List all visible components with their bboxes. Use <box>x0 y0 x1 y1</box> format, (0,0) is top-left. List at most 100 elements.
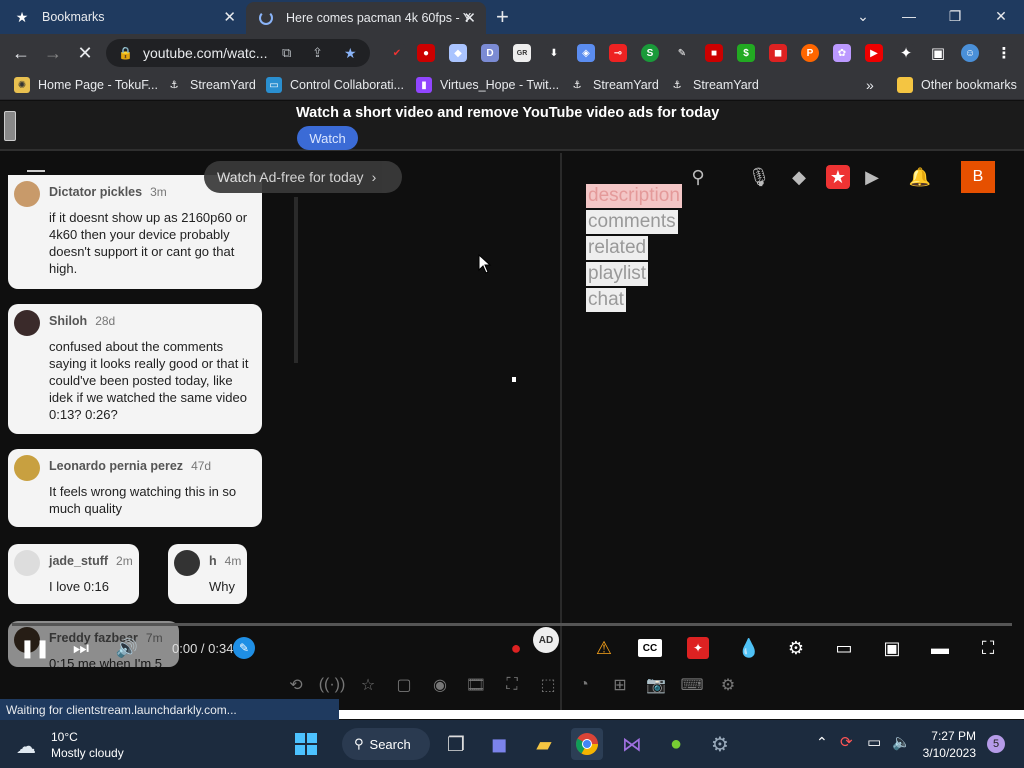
hamburger-menu-icon[interactable] <box>27 170 45 172</box>
open-in-app-icon[interactable]: ⧉ <box>282 45 291 61</box>
bookmark-item[interactable]: ✺ Home Page - TokuF... <box>14 77 158 93</box>
close-window-button[interactable]: ✕ <box>978 0 1024 32</box>
loop-icon[interactable]: ⟲ <box>284 673 308 697</box>
other-bookmarks[interactable]: Other bookmarks <box>897 77 1017 93</box>
minimize-button[interactable]: — <box>886 0 932 32</box>
back-arrow-icon[interactable]: ← <box>8 40 34 66</box>
settings-gear-icon[interactable]: ⚙ <box>704 728 736 760</box>
extension-icon[interactable]: P <box>801 44 819 62</box>
related-link[interactable]: related <box>586 236 649 260</box>
video-progress-bar[interactable] <box>12 623 1012 626</box>
theater-mode-icon[interactable]: ▣ <box>879 635 905 661</box>
chat-bubble-icon[interactable]: ● <box>503 635 529 661</box>
alert-icon[interactable]: ⚠ <box>591 635 617 661</box>
extension-icon[interactable]: D <box>481 44 499 62</box>
tab-bookmarks[interactable]: ★ Bookmarks ✕ <box>0 0 246 34</box>
fullscreen-icon[interactable]: ⛶ <box>975 635 1001 661</box>
broadcast-icon[interactable]: ((·)) <box>319 673 346 697</box>
extension-icon[interactable]: ◈ <box>577 44 595 62</box>
more-bookmarks-chevron-icon[interactable]: » <box>866 77 874 93</box>
tab-youtube[interactable]: Here comes pacman 4k 60fps - Y ✕ <box>246 2 486 34</box>
search-icon[interactable]: ⚲ <box>686 165 710 189</box>
extension-icon[interactable]: ● <box>417 44 435 62</box>
extension-icon[interactable]: ✔ <box>388 44 406 62</box>
close-tab-icon[interactable]: ✕ <box>463 9 476 27</box>
watch-ad-free-button[interactable]: Watch Ad-free for today › <box>204 161 402 193</box>
windows-start-icon[interactable] <box>290 728 322 760</box>
extension-icon[interactable]: GR <box>513 44 531 62</box>
close-tab-icon[interactable]: ✕ <box>223 8 236 26</box>
network-icon[interactable]: ▭ <box>867 733 881 751</box>
bookmark-item[interactable]: ⚓ StreamYard <box>569 77 659 93</box>
clock-time[interactable]: 7:27 PM <box>916 729 976 743</box>
frame-icon[interactable]: ⬚ <box>536 673 560 697</box>
drag-handle[interactable] <box>4 111 16 141</box>
extension-icon[interactable]: ■ <box>705 44 723 62</box>
captions-icon[interactable]: CC <box>638 639 662 657</box>
clock-date[interactable]: 3/10/2023 <box>906 746 976 760</box>
pause-icon[interactable]: ❚❚ <box>20 635 50 661</box>
extension-icon[interactable]: S <box>641 44 659 62</box>
camera-icon[interactable]: 📷 <box>644 673 668 697</box>
microphone-icon[interactable]: 🎙 <box>747 165 771 189</box>
bookmark-item[interactable]: ▭ Control Collaborati... <box>266 77 404 93</box>
task-view-icon[interactable]: ❐ <box>440 728 472 760</box>
volume-icon[interactable]: 🔊 <box>114 635 140 661</box>
extension-icon[interactable]: $ <box>737 44 755 62</box>
share-icon[interactable]: ⇪ <box>312 45 323 61</box>
extension-icon[interactable]: ✎ <box>673 44 691 62</box>
bookmark-item[interactable]: ▮ Virtues_Hope - Twit... <box>416 77 559 93</box>
next-icon[interactable]: ⏭ <box>68 635 94 661</box>
drop-icon[interactable]: 💧 <box>736 635 762 661</box>
pin-icon[interactable]: ✦ <box>687 637 709 659</box>
description-link[interactable]: description <box>586 184 682 208</box>
eye-icon[interactable]: ◉ <box>428 673 452 697</box>
crop-icon[interactable]: ⛶ <box>500 673 524 697</box>
puzzle-icon[interactable]: ✦ <box>897 44 915 62</box>
tab-search-icon[interactable]: ⌄ <box>840 0 886 32</box>
avatar[interactable]: B <box>961 161 995 193</box>
app-icon[interactable]: ● <box>660 728 692 760</box>
ad-block-icon[interactable]: ▢ <box>392 673 416 697</box>
menu-dots-icon[interactable]: ⋮ <box>995 44 1013 62</box>
extension-icon[interactable]: ⬇ <box>545 44 563 62</box>
extension-icon[interactable]: ◼ <box>769 44 787 62</box>
keyboard-icon[interactable]: ⌨ <box>680 673 704 697</box>
sync-icon[interactable]: ⟳ <box>840 733 853 751</box>
forward-arrow-icon[interactable]: → <box>40 40 66 66</box>
new-tab-button[interactable]: + <box>496 4 509 30</box>
ad-icon[interactable]: AD <box>533 627 559 653</box>
bookmark-item[interactable]: ⚓ StreamYard <box>166 77 256 93</box>
comments-link[interactable]: comments <box>586 210 678 234</box>
youtube-extension-icon[interactable]: ▶ <box>865 44 883 62</box>
bookmark-star-icon[interactable]: ★ <box>344 45 357 62</box>
wide-mode-icon[interactable]: ▬ <box>927 635 953 661</box>
speed-icon[interactable]: ◔ <box>572 673 596 697</box>
tag-icon[interactable]: ◆ <box>787 165 811 189</box>
extension-icon[interactable]: ✿ <box>833 44 851 62</box>
restore-button[interactable]: ❐ <box>932 0 978 32</box>
stop-loading-icon[interactable]: ✕ <box>72 40 98 66</box>
gear-icon[interactable]: ⚙ <box>716 673 740 697</box>
bell-icon[interactable]: 🔔 <box>908 165 932 189</box>
profile-avatar[interactable]: ☺ <box>961 44 979 62</box>
horizontal-scrollbar[interactable] <box>339 710 1024 719</box>
play-triangle-icon[interactable]: ▶ <box>860 165 884 189</box>
extension-icon[interactable]: ◆ <box>449 44 467 62</box>
watch-button[interactable]: Watch <box>297 126 358 150</box>
file-explorer-icon[interactable]: ▰ <box>528 728 560 760</box>
notification-badge[interactable]: 5 <box>987 735 1005 753</box>
playlist-link[interactable]: playlist <box>586 262 649 286</box>
address-bar[interactable]: 🔒 youtube.com/watc... ⧉ ⇪ ★ <box>106 39 370 67</box>
star-badge-icon[interactable]: ★ <box>826 165 850 189</box>
taskbar-search[interactable]: ⚲ Search <box>342 728 430 760</box>
side-panel-icon[interactable]: ▣ <box>929 44 947 62</box>
chrome-icon[interactable] <box>571 728 603 760</box>
film-icon[interactable]: 🎞 <box>464 673 488 697</box>
bookmark-item[interactable]: ⚓ StreamYard <box>669 77 759 93</box>
visual-studio-icon[interactable]: ⋈ <box>616 728 648 760</box>
extension-icon[interactable]: ⊸ <box>609 44 627 62</box>
settings-gear-icon[interactable]: ⚙ <box>783 635 809 661</box>
pen-icon[interactable]: ✎ <box>233 637 255 659</box>
chat-icon[interactable]: ◼ <box>483 728 515 760</box>
